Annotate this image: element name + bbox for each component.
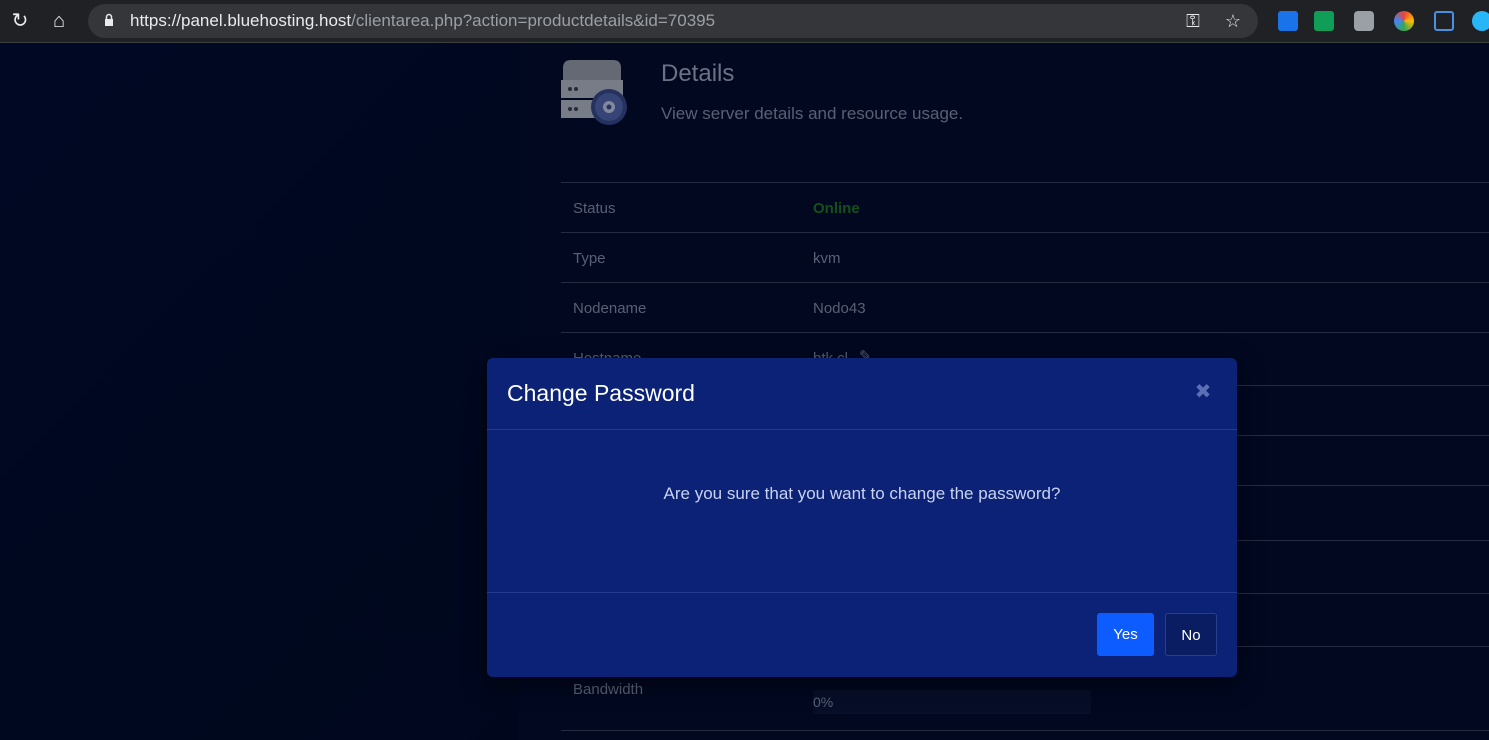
reload-icon[interactable]: ↻ [7,8,33,34]
url-text[interactable]: https://panel.bluehosting.host/clientare… [130,11,715,31]
browser-toolbar: ↻ ⌂ https://panel.bluehosting.host/clien… [0,0,1489,43]
modal-footer: Yes No [487,592,1237,678]
extension-gear-icon[interactable] [1472,11,1489,31]
extension-pen-icon[interactable] [1278,11,1298,31]
modal-header: Change Password ✖ [487,358,1237,430]
star-icon[interactable]: ☆ [1222,10,1244,32]
modal-title: Change Password [507,380,695,406]
extension-camera-icon[interactable] [1354,11,1374,31]
close-icon[interactable]: ✖ [1193,382,1213,402]
yes-button[interactable]: Yes [1097,613,1154,656]
extension-color-wheel-icon[interactable] [1394,11,1414,31]
no-button[interactable]: No [1165,613,1217,656]
extension-brackets-icon[interactable] [1434,11,1454,31]
extensions-area [1268,4,1489,38]
modal-message: Are you sure that you want to change the… [663,484,1061,503]
modal-body: Are you sure that you want to change the… [487,430,1237,592]
home-icon[interactable]: ⌂ [46,8,72,34]
key-icon[interactable]: ⚿ [1182,10,1204,32]
url-path: /clientarea.php?action=productdetails&id… [351,11,716,30]
address-bar[interactable]: https://panel.bluehosting.host/clientare… [88,4,1258,38]
lock-icon [105,13,113,26]
extension-flag-icon[interactable] [1314,11,1334,31]
url-host: https://panel.bluehosting.host [130,11,352,30]
change-password-modal: Change Password ✖ Are you sure that you … [487,358,1237,677]
